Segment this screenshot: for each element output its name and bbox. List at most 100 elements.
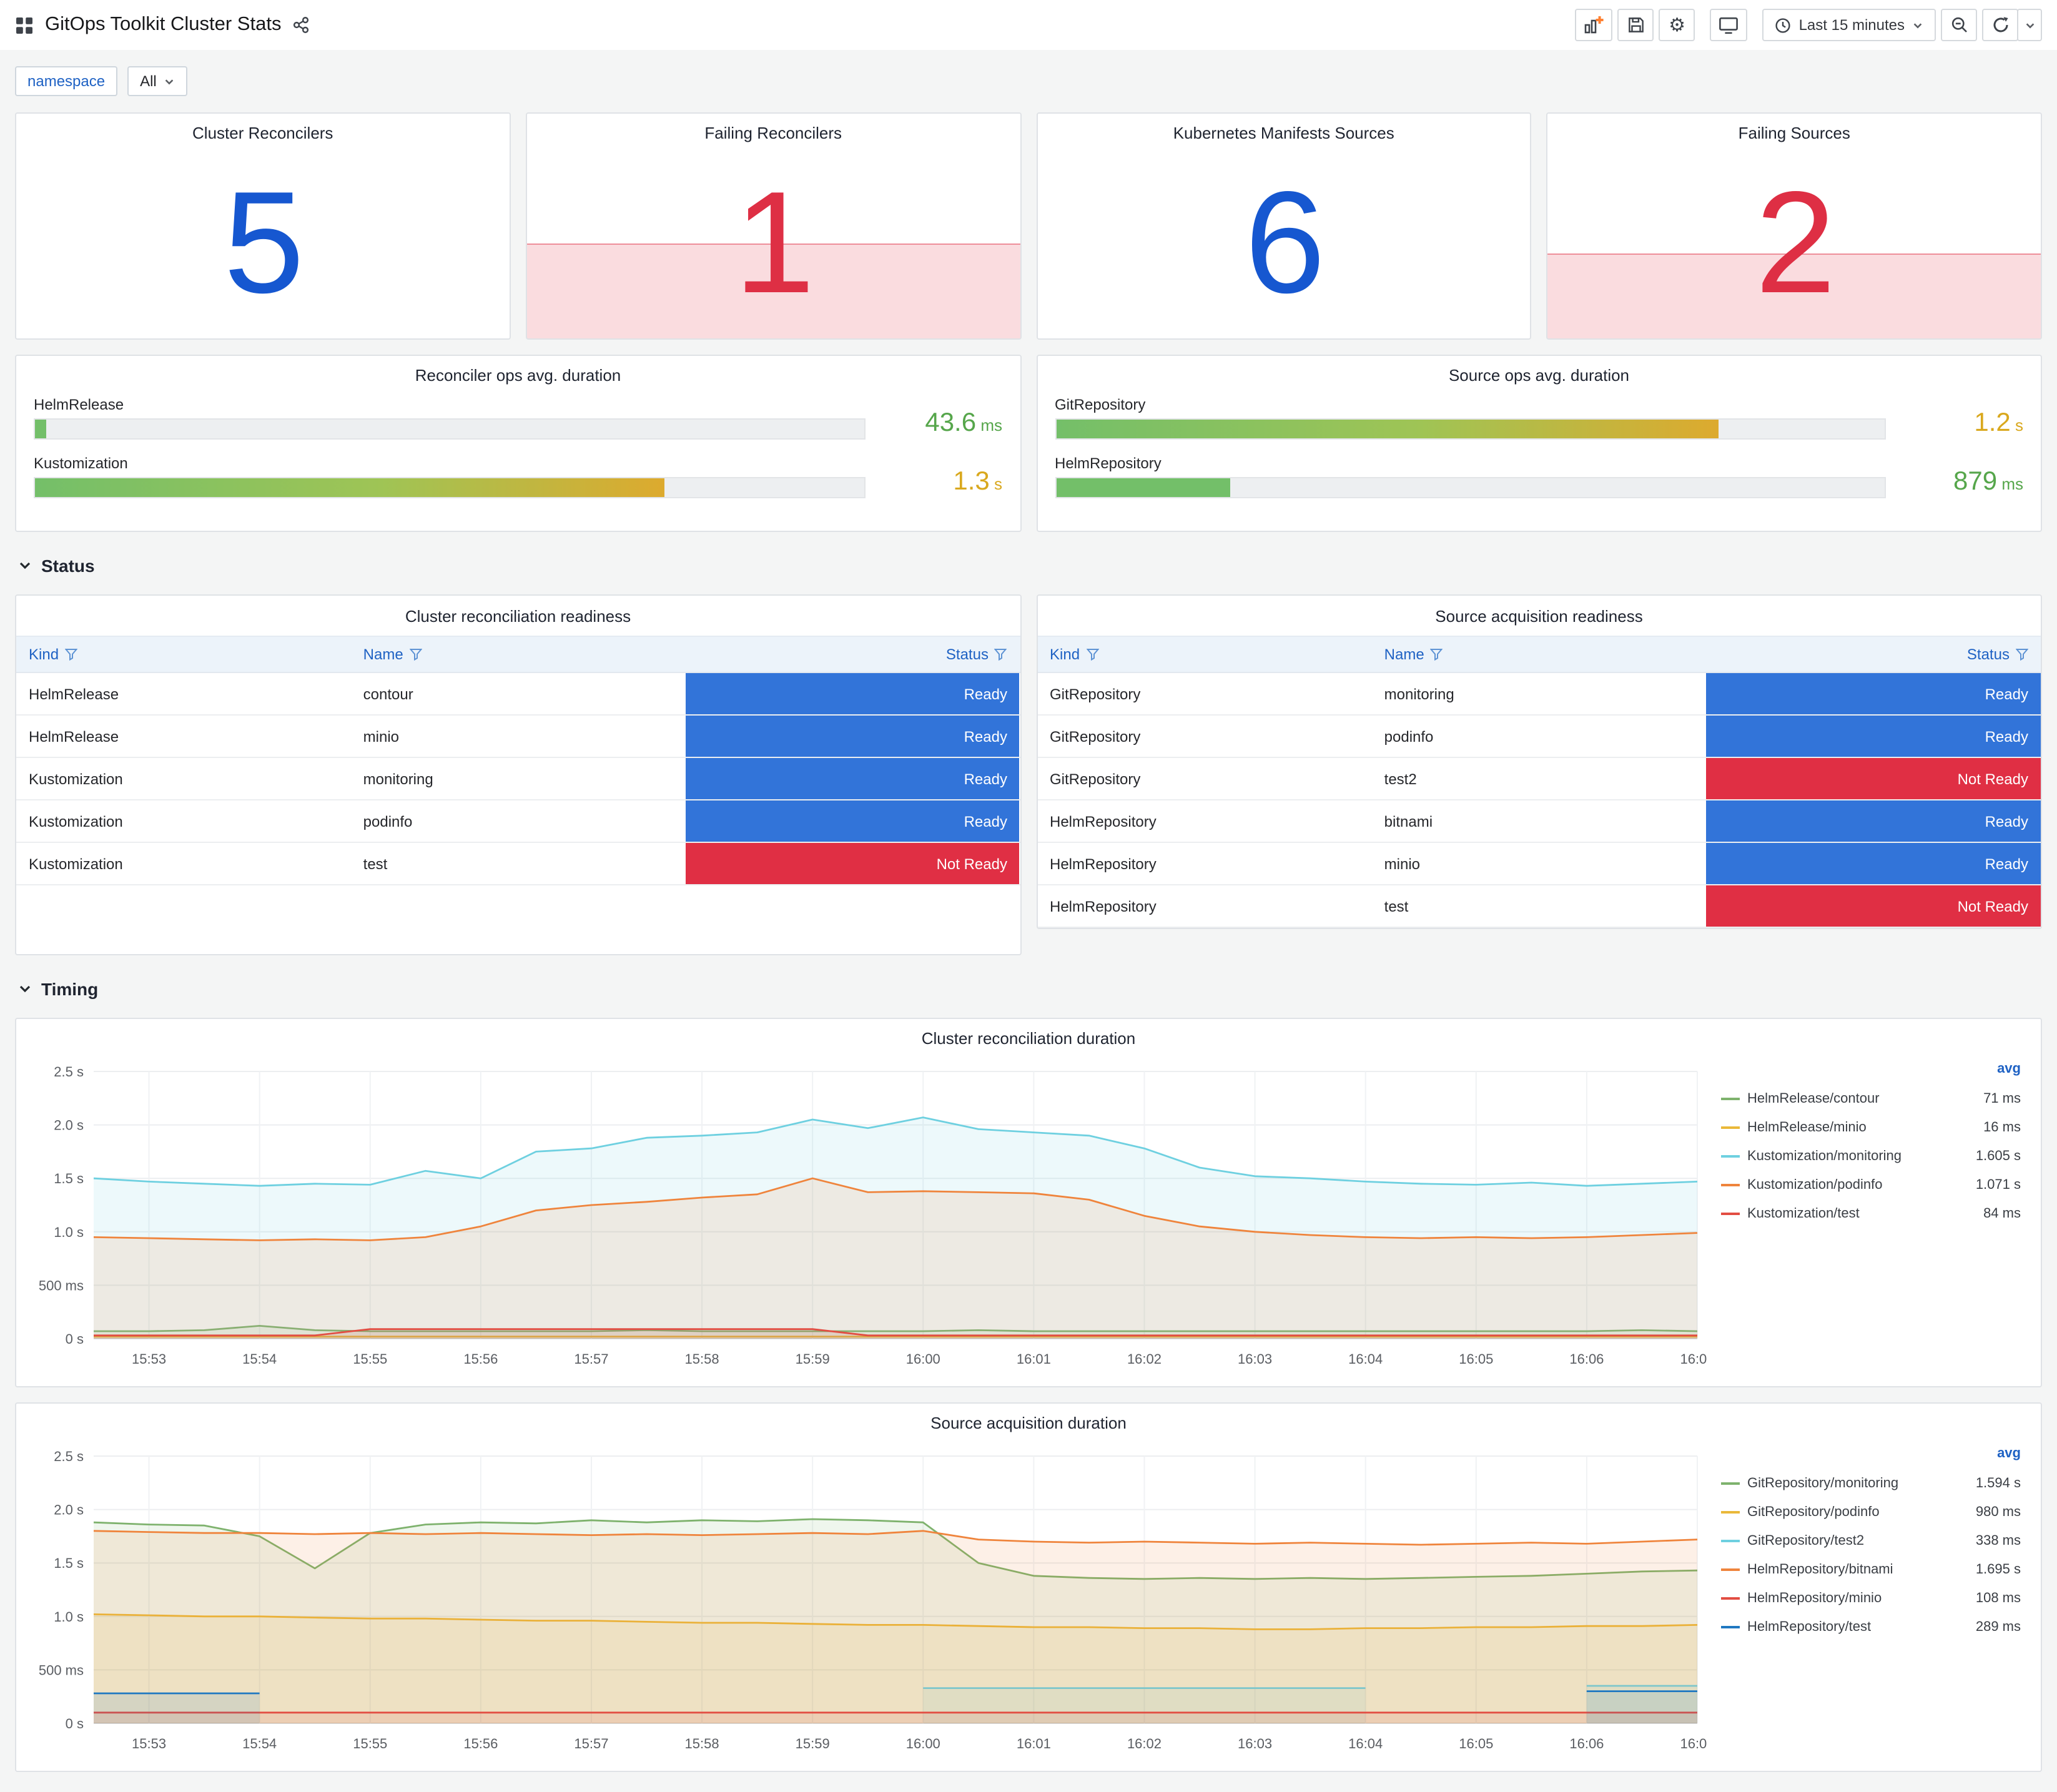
legend-item[interactable]: GitRepository/podinfo 980 ms: [1721, 1497, 2021, 1526]
series-name: HelmRelease/minio: [1747, 1120, 1867, 1135]
svg-text:2.0 s: 2.0 s: [54, 1118, 84, 1133]
row-header-status[interactable]: Status: [15, 547, 2042, 584]
filter-icon[interactable]: [994, 648, 1007, 661]
apps-grid-icon[interactable]: [15, 16, 34, 34]
legend-item[interactable]: HelmRelease/minio 16 ms: [1721, 1113, 2021, 1141]
svg-text:16:05: 16:05: [1459, 1351, 1493, 1367]
bar-gauge-row: HelmRelease 43.6 ms: [34, 396, 1002, 440]
series-color-swatch: [1721, 1597, 1740, 1599]
status-badge: Not Ready: [1706, 758, 2041, 799]
value-number: 43.6: [925, 408, 977, 437]
filter-icon[interactable]: [409, 648, 422, 661]
table-row: HelmRepository bitnami Ready: [1037, 800, 2041, 843]
chart-plot-area[interactable]: 0 s 500 ms 1.0 s 1.5 s 2.0 s 2.5 s 15:53 15:54 1…: [21, 1059, 1715, 1379]
save-dashboard-button[interactable]: [1617, 9, 1654, 41]
svg-text:16:01: 16:01: [1017, 1736, 1051, 1751]
column-header-kind[interactable]: Kind: [1037, 637, 1372, 672]
status-badge: Ready: [685, 716, 1020, 757]
legend-item[interactable]: GitRepository/monitoring 1.594 s: [1721, 1469, 2021, 1497]
refresh-interval-dropdown[interactable]: [2017, 9, 2042, 41]
filter-icon[interactable]: [1430, 648, 1443, 661]
column-header-kind[interactable]: Kind: [16, 637, 351, 672]
filter-icon[interactable]: [65, 648, 78, 661]
bar-gauge-track: [34, 477, 865, 498]
status-badge: Ready: [685, 673, 1020, 714]
row-header-timing[interactable]: Timing: [15, 970, 2042, 1008]
column-header-name[interactable]: Name: [1372, 637, 1707, 672]
panel-title[interactable]: Reconciler ops avg. duration: [16, 356, 1020, 393]
cycle-view-button[interactable]: [1710, 9, 1748, 41]
zoom-out-button[interactable]: [1941, 9, 1977, 41]
status-badge: Ready: [1706, 843, 2041, 884]
series-name: GitRepository/monitoring: [1747, 1475, 1899, 1490]
legend-item[interactable]: GitRepository/test2 338 ms: [1721, 1526, 2021, 1555]
cell-name: test2: [1384, 770, 1417, 787]
svg-text:16:02: 16:02: [1127, 1736, 1162, 1751]
panel-title[interactable]: Cluster Reconcilers: [16, 114, 510, 151]
legend-item[interactable]: HelmRelease/contour 71 ms: [1721, 1084, 2021, 1113]
series-name: GitRepository/podinfo: [1747, 1504, 1880, 1519]
kiosk-icon: [1719, 17, 1739, 34]
status-badge: Ready: [685, 800, 1020, 842]
panel-title[interactable]: Cluster reconciliation readiness: [16, 596, 1020, 636]
column-header-name[interactable]: Name: [351, 637, 686, 672]
bar-gauge-label: HelmRepository: [1055, 455, 1162, 472]
panel-source-ops-duration: Source ops avg. duration GitRepository 1.…: [1036, 355, 2042, 532]
panel-title[interactable]: Source acquisition readiness: [1037, 596, 2041, 636]
dashboard-content: Cluster Reconcilers 5 Failing Reconcilers 1…: [0, 112, 2057, 1792]
stat-value: 5: [224, 161, 304, 323]
series-name: HelmRelease/contour: [1747, 1091, 1880, 1106]
legend-item[interactable]: HelmRepository/bitnami 1.695 s: [1721, 1555, 2021, 1583]
legend-item[interactable]: HelmRepository/minio 108 ms: [1721, 1583, 2021, 1612]
legend-item[interactable]: Kustomization/test 84 ms: [1721, 1199, 2021, 1228]
panel-title[interactable]: Source acquisition duration: [16, 1404, 2041, 1441]
bar-gauge-list: GitRepository 1.2 s HelmRepository 879 ms: [1055, 396, 2023, 498]
series-name: Kustomization/monitoring: [1747, 1148, 1902, 1163]
svg-text:2.5 s: 2.5 s: [54, 1449, 84, 1464]
refresh-button[interactable]: [1982, 9, 2018, 41]
panel-title[interactable]: Failing Sources: [1548, 114, 2041, 151]
svg-text:15:59: 15:59: [796, 1351, 830, 1367]
column-header-status[interactable]: Status: [1706, 637, 2041, 672]
refresh-icon: [1993, 17, 2008, 32]
filter-icon[interactable]: [2015, 648, 2028, 661]
panel-reconciler-ops-duration: Reconciler ops avg. duration HelmRelease…: [15, 355, 1021, 532]
panel-title[interactable]: Source ops avg. duration: [1037, 356, 2041, 393]
legend-item[interactable]: HelmRepository/test 289 ms: [1721, 1612, 2021, 1641]
legend-item[interactable]: Kustomization/monitoring 1.605 s: [1721, 1141, 2021, 1170]
panel-title[interactable]: Failing Reconcilers: [527, 114, 1020, 151]
bar-gauge-value: 1.2 s: [1903, 410, 2023, 440]
series-name: HelmRepository/bitnami: [1747, 1562, 1893, 1577]
column-header-status[interactable]: Status: [685, 637, 1020, 672]
add-panel-button[interactable]: [1575, 9, 1613, 41]
table-row: HelmRelease minio Ready: [16, 716, 1020, 758]
timeseries-plot[interactable]: 0 s 500 ms 1.0 s 1.5 s 2.0 s 2.5 s 15:53 15:54 1…: [21, 1444, 1715, 1758]
svg-text:15:57: 15:57: [574, 1736, 608, 1751]
value-unit: s: [2010, 416, 2023, 435]
status-badge: Not Ready: [1706, 885, 2041, 927]
svg-text:16:00: 16:00: [906, 1736, 940, 1751]
bar-gauge-track: [1055, 477, 1886, 498]
bar-gauge-label: GitRepository: [1055, 396, 1146, 413]
series-color-swatch: [1721, 1625, 1740, 1628]
timeseries-plot[interactable]: 0 s 500 ms 1.0 s 1.5 s 2.0 s 2.5 s 15:53 15:54 1…: [21, 1059, 1715, 1374]
svg-text:0 s: 0 s: [66, 1716, 84, 1731]
series-color-swatch: [1721, 1568, 1740, 1570]
series-color-swatch: [1721, 1126, 1740, 1128]
svg-text:1.0 s: 1.0 s: [54, 1609, 84, 1625]
share-icon[interactable]: [292, 16, 310, 34]
time-range-picker[interactable]: Last 15 minutes: [1762, 9, 1936, 41]
panel-title[interactable]: Kubernetes Manifests Sources: [1037, 114, 1531, 151]
variable-value-dropdown[interactable]: All: [127, 66, 188, 96]
stat-panel: Kubernetes Manifests Sources 6: [1036, 112, 1532, 340]
cell-name: podinfo: [363, 812, 413, 830]
filter-icon[interactable]: [1086, 648, 1099, 661]
legend-item[interactable]: Kustomization/podinfo 1.071 s: [1721, 1170, 2021, 1199]
bar-gauge-fill: [1056, 420, 1719, 438]
bar-gauge-value: 879 ms: [1903, 468, 2023, 498]
cell-kind: HelmRepository: [1050, 812, 1157, 830]
dashboard-settings-button[interactable]: ⚙: [1659, 9, 1695, 41]
chart-plot-area[interactable]: 0 s 500 ms 1.0 s 1.5 s 2.0 s 2.5 s 15:53 15:54 1…: [21, 1444, 1715, 1763]
chart-legend: avg GitRepository/monitoring 1.594 s GitRep…: [1714, 1444, 2033, 1763]
panel-title[interactable]: Cluster reconciliation duration: [16, 1019, 2041, 1056]
